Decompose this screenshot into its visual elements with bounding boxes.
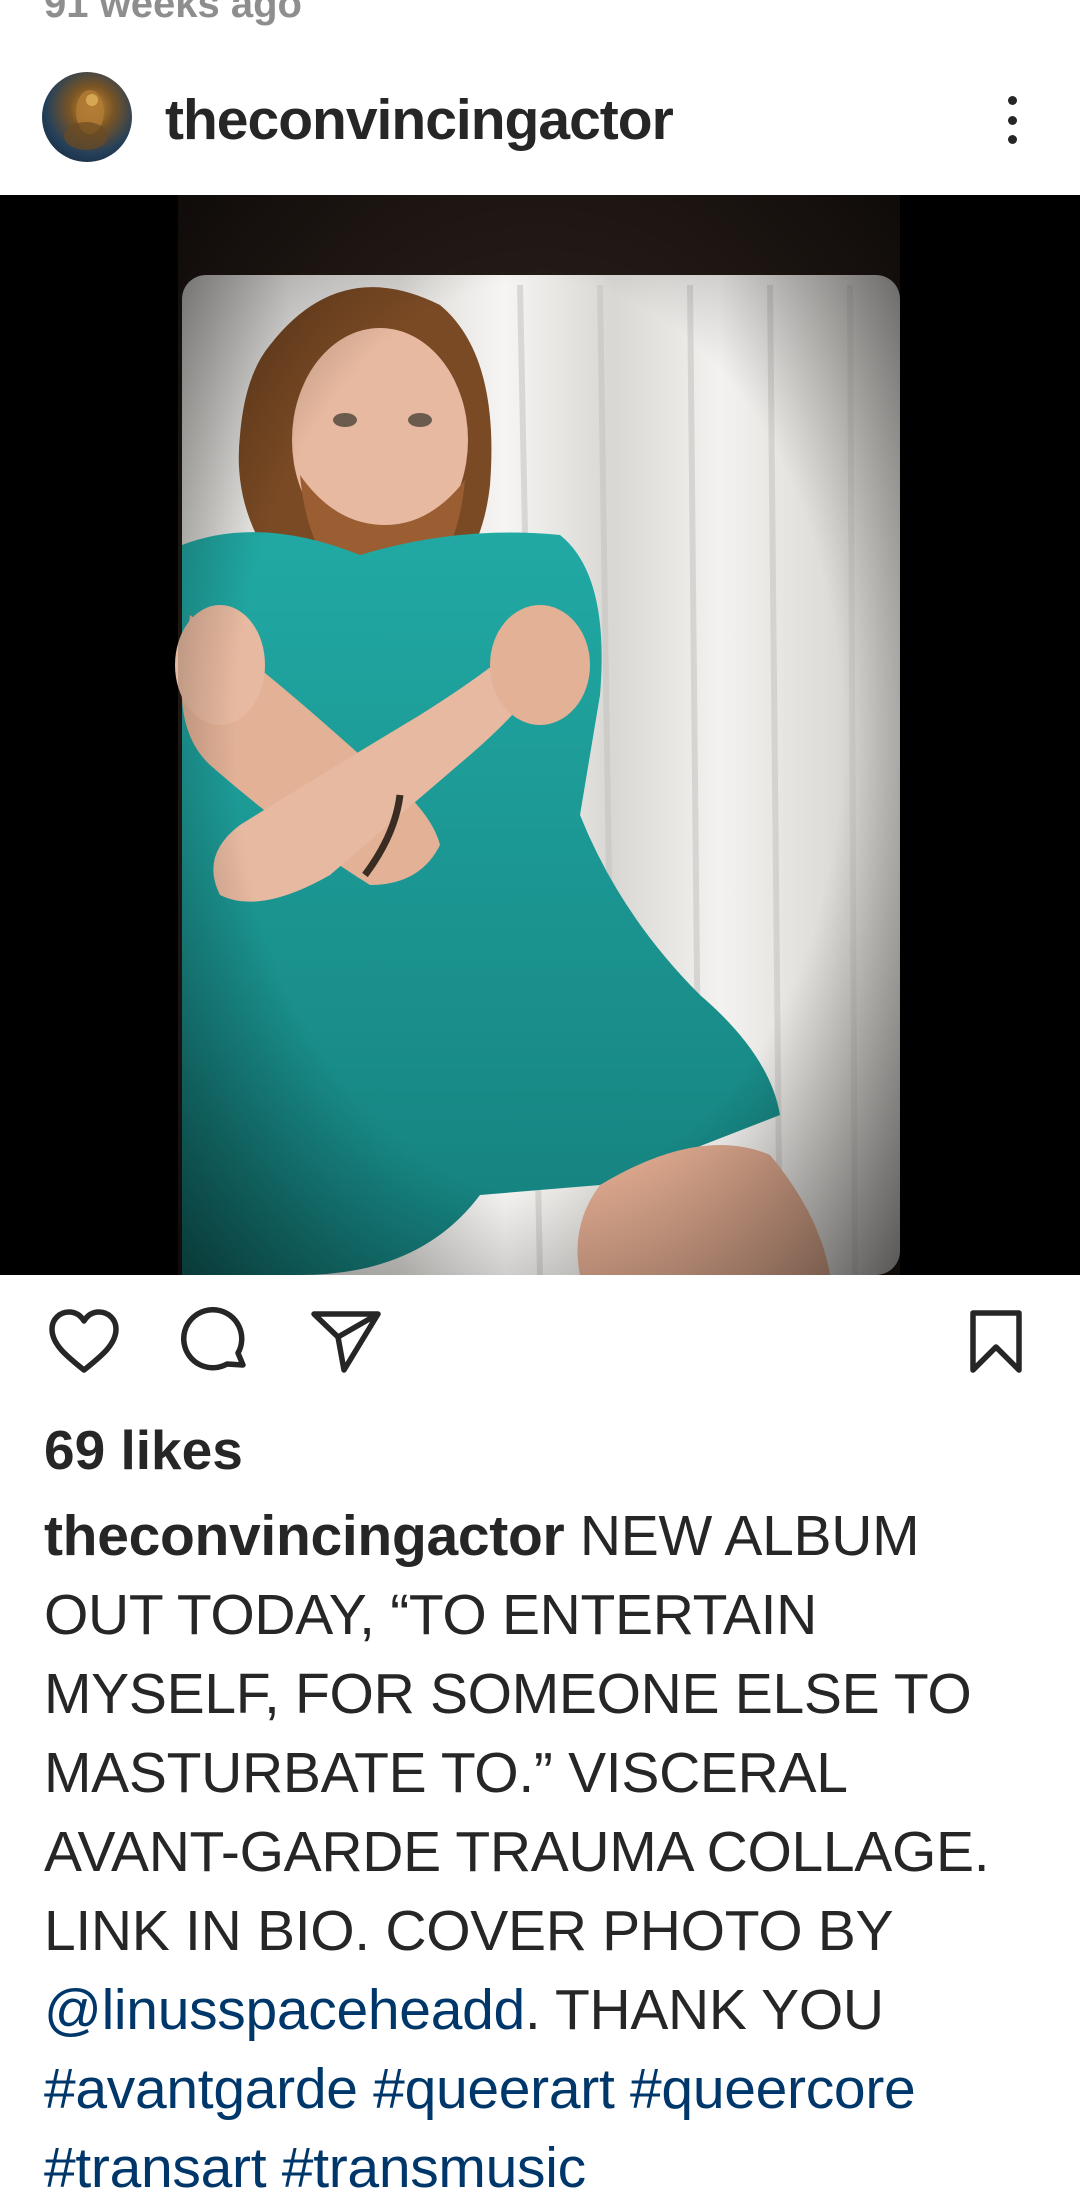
hashtag-line-1: #avantgarde #queerart #queercore: [44, 2050, 1044, 2129]
caption-username[interactable]: theconvincingactor: [44, 1504, 565, 1568]
caption-text: MYSELF, FOR SOMEONE ELSE TO: [44, 1662, 972, 1726]
hashtag-link[interactable]: #queerart: [373, 2057, 615, 2121]
post-image: [175, 195, 900, 1275]
post-timestamp: 91 weeks ago: [44, 0, 302, 26]
caption-line-1: theconvincingactor NEW ALBUM: [44, 1497, 1044, 1576]
hashtag-link[interactable]: #transart: [44, 2136, 267, 2200]
avatar[interactable]: [42, 72, 132, 162]
more-options-button[interactable]: [990, 90, 1034, 150]
comment-button[interactable]: [176, 1302, 256, 1382]
caption-text: MASTURBATE TO.” VISCERAL: [44, 1741, 848, 1805]
hashtag-line-2: #transart #transmusic: [44, 2129, 1044, 2208]
comment-icon: [181, 1307, 246, 1371]
more-vertical-icon: [1007, 96, 1017, 105]
paper-plane-icon: [311, 1311, 381, 1373]
heart-icon: [49, 1309, 119, 1373]
caption-text: NEW ALBUM: [564, 1504, 920, 1568]
caption-text: LINK IN BIO. COVER PHOTO BY: [44, 1899, 894, 1963]
caption-line-7: @linusspaceheadd. THANK YOU: [44, 1971, 1044, 2050]
bookmark-icon: [970, 1310, 1022, 1373]
caption-text: . THANK YOU: [524, 1978, 884, 2042]
caption-text: AVANT-GARDE TRAUMA COLLAGE.: [44, 1820, 990, 1884]
share-button[interactable]: [306, 1302, 386, 1382]
likes-count[interactable]: 69 likes: [44, 1418, 243, 1482]
hashtag-link[interactable]: #avantgarde: [44, 2057, 358, 2121]
like-button[interactable]: [44, 1302, 124, 1382]
post-photo[interactable]: [0, 195, 1080, 1275]
post-username[interactable]: theconvincingactor: [165, 88, 674, 152]
post-header: theconvincingactor: [0, 70, 1080, 166]
save-button[interactable]: [956, 1302, 1036, 1382]
hashtag-link[interactable]: #transmusic: [282, 2136, 586, 2200]
hashtag-link[interactable]: #queercore: [630, 2057, 916, 2121]
post-actions: [0, 1302, 1080, 1382]
caption-text: OUT TODAY, “TO ENTERTAIN: [44, 1583, 818, 1647]
mention-link[interactable]: @linusspaceheadd: [44, 1978, 525, 2042]
post-caption: theconvincingactor NEW ALBUM OUT TODAY, …: [44, 1497, 1044, 2208]
